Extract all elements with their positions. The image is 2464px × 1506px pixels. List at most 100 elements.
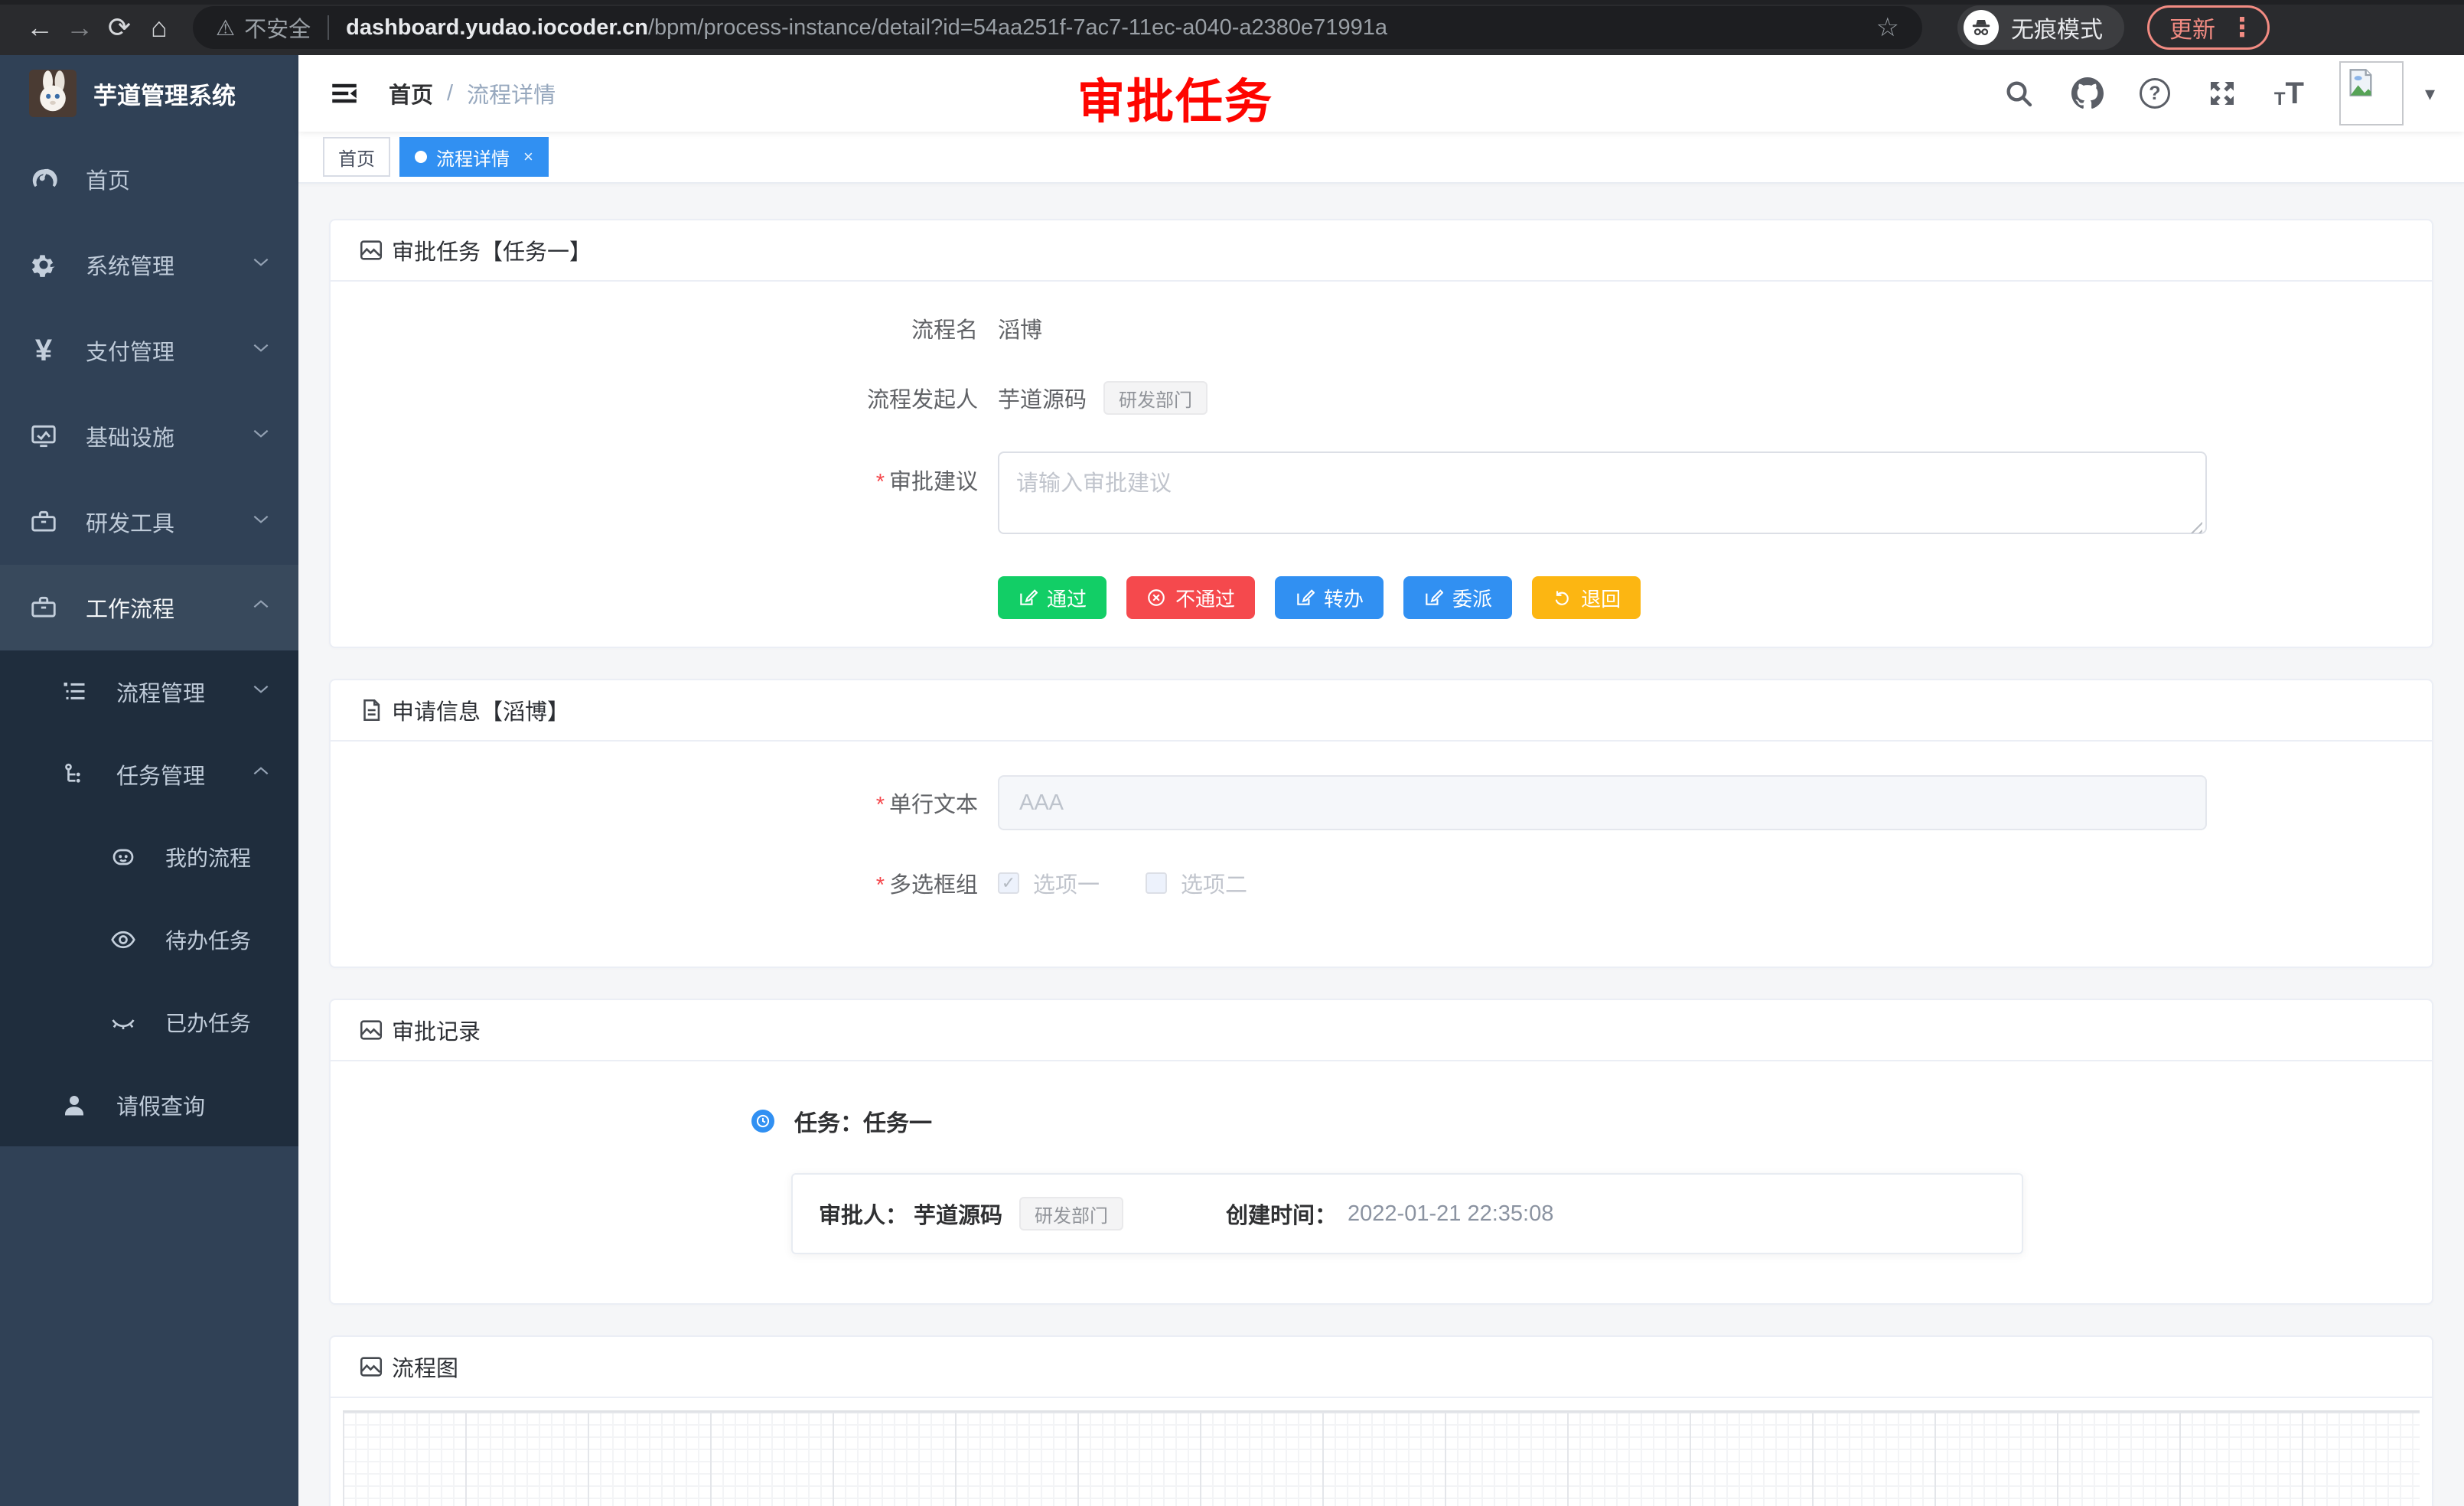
form-row-suggestion: *审批建议 (331, 451, 2432, 539)
url-divider (328, 15, 329, 40)
breadcrumb-home[interactable]: 首页 (389, 77, 433, 109)
incognito-badge: 无痕模式 (1957, 5, 2124, 50)
avatar[interactable] (2339, 61, 2404, 126)
sidebar-item-infra[interactable]: 基础设施 (0, 393, 298, 479)
chevron-down-icon (251, 252, 271, 278)
delegate-button[interactable]: 委派 (1403, 576, 1512, 619)
sidebar-item-home[interactable]: 首页 (0, 136, 298, 222)
sidebar-item-label: 流程管理 (116, 676, 205, 708)
transfer-button[interactable]: 转办 (1275, 576, 1384, 619)
starter-dept-tag: 研发部门 (1103, 381, 1208, 415)
url-domain: dashboard.yudao.iocoder.cn (346, 15, 648, 41)
incognito-label: 无痕模式 (2011, 11, 2103, 44)
card-title: 流程图 (392, 1351, 458, 1383)
required-asterisk: * (876, 793, 885, 817)
process-diagram-card: 流程图 (329, 1335, 2433, 1506)
sidebar: 芋道管理系统 首页 系统管理 ¥ 支付管理 (0, 55, 298, 1506)
approval-buttons-row: 通过 不通过 转办 委派 (331, 576, 2432, 619)
toolbox-icon (28, 506, 60, 538)
github-icon[interactable] (2071, 77, 2104, 110)
browser-home-button[interactable]: ⌂ (139, 8, 179, 47)
tab-process-detail[interactable]: 流程详情 × (399, 137, 549, 177)
single-line-text-input (998, 775, 2207, 830)
font-size-icon[interactable]: TT (2274, 78, 2304, 109)
address-bar[interactable]: ⚠ 不安全 dashboard.yudao.iocoder.cn /bpm/pr… (193, 6, 1922, 49)
approval-form: 流程名 滔博 流程发起人 芋道源码 研发部门 *审批建议 (331, 282, 2432, 647)
sidebar-item-todo-tasks[interactable]: 待办任务 (0, 898, 298, 981)
approval-records-card: 审批记录 任务：任务一 审批人： 芋道源码 研发部门 创建时间： (329, 999, 2433, 1305)
sidebar-item-devtools[interactable]: 研发工具 (0, 479, 298, 565)
chevron-up-icon (251, 595, 271, 621)
red-annotation-text: 审批任务 (1077, 63, 1273, 132)
diagram-body (331, 1398, 2432, 1506)
browser-forward-button[interactable]: → (60, 8, 99, 47)
dashboard-icon (28, 163, 60, 195)
tab-home[interactable]: 首页 (323, 137, 390, 177)
clock-icon (751, 1110, 774, 1133)
checkbox-unchecked-icon (1146, 872, 1167, 894)
eye-closed-icon (107, 1006, 139, 1038)
checkbox-option-2: 选项二 (1146, 867, 1247, 899)
browser-chrome: ← → ⟳ ⌂ ⚠ 不安全 dashboard.yudao.iocoder.cn… (0, 0, 2464, 55)
tab-label: 首页 (338, 144, 375, 171)
browser-back-button[interactable]: ← (20, 8, 60, 47)
sidebar-item-label: 支付管理 (86, 334, 174, 367)
sidebar-item-task-mgmt[interactable]: 任务管理 (0, 733, 298, 816)
rotate-left-icon (1552, 588, 1572, 608)
chevron-down-icon (251, 337, 271, 363)
suggestion-textarea[interactable] (998, 451, 2207, 534)
sidebar-item-process-mgmt[interactable]: 流程管理 (0, 650, 298, 733)
hamburger-icon[interactable] (328, 77, 361, 110)
broken-image-icon (2345, 67, 2376, 98)
approver-name: 芋道源码 (914, 1198, 1002, 1230)
starter-value: 芋道源码 (998, 382, 1087, 414)
yen-icon: ¥ (28, 334, 60, 367)
checkbox-group: ✓ 选项一 选项二 (998, 867, 1247, 899)
sidebar-item-system[interactable]: 系统管理 (0, 222, 298, 308)
approver-dept-tag: 研发部门 (1019, 1197, 1123, 1231)
caret-down-icon[interactable]: ▾ (2425, 82, 2435, 106)
tab-label: 流程详情 (436, 144, 510, 171)
sidebar-item-my-process[interactable]: 我的流程 (0, 816, 298, 898)
workflow-submenu: 流程管理 任务管理 我的流程 (0, 650, 298, 1146)
reject-button[interactable]: 不通过 (1126, 576, 1255, 619)
help-icon[interactable]: ? (2140, 78, 2170, 109)
sidebar-item-payment[interactable]: ¥ 支付管理 (0, 308, 298, 393)
approve-button[interactable]: 通过 (998, 576, 1107, 619)
return-button[interactable]: 退回 (1532, 576, 1641, 619)
task-title: 任务：任务一 (794, 1104, 932, 1138)
checkbox-group-label: *多选框组 (331, 867, 998, 899)
sidebar-item-done-tasks[interactable]: 已办任务 (0, 981, 298, 1064)
sidebar-item-label: 请假查询 (116, 1089, 205, 1121)
search-icon[interactable] (2002, 77, 2035, 110)
picture-icon (358, 1017, 384, 1043)
sidebar-item-leave-query[interactable]: 请假查询 (0, 1064, 298, 1146)
breadcrumb: 首页 / 流程详情 (389, 77, 556, 109)
fullscreen-icon[interactable] (2205, 77, 2239, 110)
document-icon (358, 697, 384, 723)
edit-icon (1018, 588, 1038, 608)
page-header: 首页 / 流程详情 审批任务 ? TT (298, 55, 2464, 132)
approval-task-card: 审批任务【任务一】 流程名 滔博 流程发起人 芋道源码 研发部门 (329, 219, 2433, 648)
browser-reload-button[interactable]: ⟳ (99, 8, 139, 47)
sidebar-item-label: 任务管理 (116, 758, 205, 790)
sidebar-item-workflow[interactable]: 工作流程 (0, 565, 298, 650)
sidebar-item-label: 工作流程 (86, 592, 174, 624)
apply-info-card: 申请信息【滔博】 *单行文本 *多选框组 (329, 679, 2433, 968)
bookmark-star-icon[interactable]: ☆ (1876, 12, 1899, 43)
briefcase-icon (28, 592, 60, 624)
sidebar-item-label: 首页 (86, 163, 130, 195)
card-header: 审批记录 (331, 1000, 2432, 1061)
logo-rabbit-image (29, 70, 77, 117)
card-header: 流程图 (331, 1337, 2432, 1398)
browser-update-button[interactable]: 更新 ⋮ (2147, 5, 2270, 50)
close-icon[interactable]: × (523, 147, 533, 167)
sidebar-item-label: 研发工具 (86, 506, 174, 538)
bpmn-grid-canvas[interactable] (343, 1410, 2420, 1506)
apply-form: *单行文本 *多选框组 ✓ 选项一 (331, 742, 2432, 967)
edit-icon (1423, 588, 1443, 608)
sidebar-logo-row[interactable]: 芋道管理系统 (0, 55, 298, 132)
browser-menu-icon[interactable]: ⋮ (2229, 12, 2255, 43)
required-asterisk: * (876, 873, 885, 898)
checkbox-label: 选项一 (1033, 867, 1100, 899)
